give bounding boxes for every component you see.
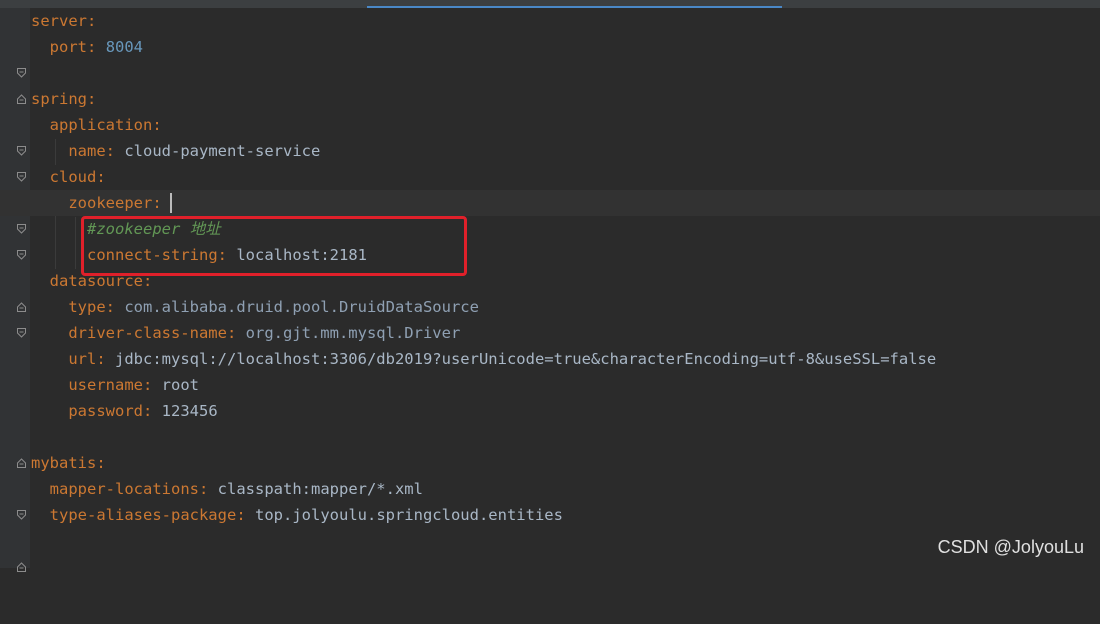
annotation-highlight-box <box>81 216 467 276</box>
editor-tab-bar[interactable] <box>0 0 1100 8</box>
yaml-key: password <box>68 402 143 420</box>
code-line[interactable]: username: root <box>0 372 1100 398</box>
code-line[interactable]: application: <box>0 112 1100 182</box>
yaml-key: spring <box>31 90 87 108</box>
yaml-key: application <box>49 116 153 134</box>
code-line-current[interactable]: zookeeper: <box>0 190 1100 260</box>
yaml-key: zookeeper <box>68 194 153 212</box>
fold-close-icon[interactable] <box>17 406 26 468</box>
yaml-colon: : <box>105 298 115 316</box>
fold-open-icon[interactable] <box>17 458 26 520</box>
yaml-value: cloud-payment-service <box>124 142 321 160</box>
fold-close-icon[interactable] <box>17 146 26 208</box>
yaml-key: mapper-locations <box>49 480 199 498</box>
yaml-value: top.jolyoulu.springcloud.entities <box>255 506 563 524</box>
code-editor[interactable]: server: port: 8004 spring: application: … <box>0 8 1100 572</box>
code-line[interactable]: type: com.alibaba.druid.pool.DruidDataSo… <box>0 294 1100 320</box>
code-line[interactable]: port: 8004 <box>0 34 1100 104</box>
fold-open-icon[interactable] <box>17 198 26 260</box>
yaml-colon: : <box>152 194 162 212</box>
code-line[interactable]: mybatis: <box>0 450 1100 520</box>
code-line[interactable]: name: cloud-payment-service <box>0 138 1100 208</box>
yaml-colon: : <box>96 350 106 368</box>
code-line[interactable]: spring: <box>0 86 1100 156</box>
yaml-colon: : <box>226 324 237 342</box>
yaml-key: port <box>49 38 87 56</box>
code-line[interactable]: server: <box>0 8 1100 78</box>
yaml-key: type <box>68 298 106 316</box>
watermark: CSDN @JolyouLu <box>937 537 1084 557</box>
fold-open-icon[interactable] <box>17 120 26 182</box>
code-line-empty[interactable] <box>0 60 1100 86</box>
yaml-colon: : <box>142 376 153 394</box>
fold-open-icon[interactable] <box>17 94 26 156</box>
fold-close-icon[interactable] <box>17 250 26 312</box>
yaml-value-classname: org.gjt.mm.mysql.Driver <box>245 324 461 342</box>
code-line[interactable]: cloud: <box>0 164 1100 234</box>
code-line[interactable]: password: 123456 <box>0 398 1100 468</box>
code-line-empty[interactable] <box>0 424 1100 450</box>
code-line[interactable]: driver-class-name: org.gjt.mm.mysql.Driv… <box>0 320 1100 346</box>
yaml-colon: : <box>87 12 97 30</box>
yaml-value: 123456 <box>161 402 218 420</box>
yaml-colon: : <box>142 402 153 420</box>
yaml-value: root <box>161 376 199 394</box>
yaml-colon: : <box>152 116 162 134</box>
yaml-value: 8004 <box>105 38 144 56</box>
yaml-key: driver-class-name <box>68 324 227 342</box>
yaml-key: url <box>68 350 97 368</box>
yaml-key: name <box>68 142 106 160</box>
yaml-value-classname: com.alibaba.druid.pool.DruidDataSource <box>124 298 479 316</box>
fold-open-icon[interactable] <box>17 172 26 234</box>
text-caret <box>170 193 172 213</box>
code-line[interactable]: url: jdbc:mysql://localhost:3306/db2019?… <box>0 346 1100 372</box>
yaml-key: username <box>68 376 143 394</box>
yaml-key: mybatis <box>31 454 97 472</box>
yaml-colon: : <box>236 506 246 524</box>
yaml-key: server <box>31 12 87 30</box>
fold-close-icon[interactable] <box>17 42 26 104</box>
fold-open-icon[interactable] <box>17 276 26 338</box>
yaml-value: jdbc:mysql://localhost:3306/db2019?userU… <box>115 350 937 368</box>
yaml-key: cloud <box>49 168 97 186</box>
fold-open-icon[interactable] <box>17 16 26 78</box>
yaml-value: classpath:mapper/*.xml <box>217 480 423 498</box>
yaml-colon: : <box>87 38 97 56</box>
yaml-colon: : <box>87 90 97 108</box>
code-line[interactable]: mapper-locations: classpath:mapper/*.xml <box>0 476 1100 502</box>
fold-close-icon[interactable] <box>17 510 26 572</box>
yaml-key: type-aliases-package <box>49 506 237 524</box>
yaml-colon: : <box>105 142 115 160</box>
yaml-colon: : <box>96 168 106 186</box>
yaml-colon: : <box>96 454 106 472</box>
yaml-colon: : <box>198 480 209 498</box>
code-line[interactable]: type-aliases-package: top.jolyoulu.sprin… <box>0 502 1100 572</box>
